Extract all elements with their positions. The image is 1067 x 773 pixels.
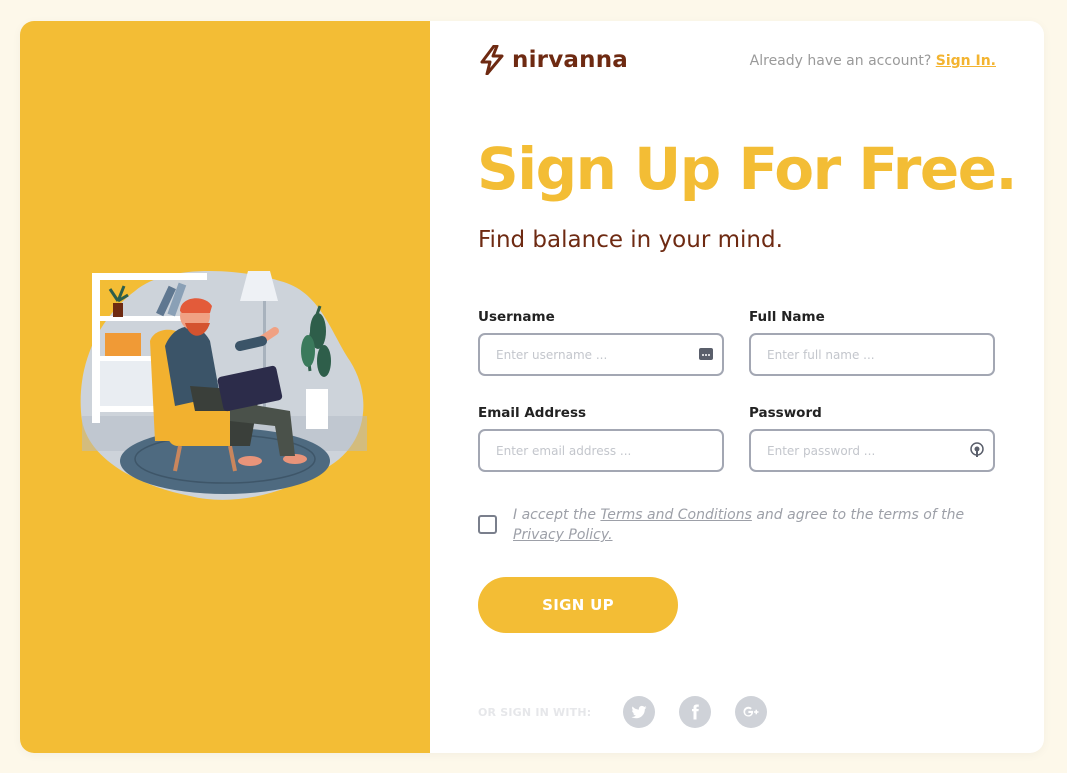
terms-text: I accept the Terms and Conditions and ag… xyxy=(513,505,973,545)
account-prompt: Already have an account? Sign In. xyxy=(750,53,996,69)
facebook-button[interactable] xyxy=(679,696,712,728)
page-title: Sign Up For Free. xyxy=(477,135,1018,203)
sign-in-link[interactable]: Sign In. xyxy=(936,53,996,69)
keyboard-dots-icon xyxy=(699,348,713,360)
full-name-input[interactable] xyxy=(749,333,995,376)
signup-form-panel: nirvanna Already have an account? Sign I… xyxy=(430,21,1044,753)
social-sign-in: OR SIGN IN WITH: xyxy=(478,696,791,728)
twitter-icon xyxy=(631,705,647,719)
full-name-field-group: Full Name xyxy=(749,309,995,376)
email-label: Email Address xyxy=(478,405,587,421)
google-plus-button[interactable] xyxy=(735,696,768,728)
illustration-panel xyxy=(20,21,430,753)
lightning-bolt-icon xyxy=(480,45,504,75)
fingerprint-key-icon[interactable] xyxy=(969,442,985,458)
account-prompt-text: Already have an account? xyxy=(749,53,932,69)
email-input[interactable] xyxy=(478,429,724,472)
google-plus-icon xyxy=(743,706,759,717)
page-subtitle: Find balance in your mind. xyxy=(478,227,783,253)
signup-card: nirvanna Already have an account? Sign I… xyxy=(20,21,1044,753)
terms-link[interactable]: Terms and Conditions xyxy=(600,507,751,523)
password-input[interactable] xyxy=(749,429,995,472)
sign-up-button[interactable]: SIGN UP xyxy=(478,577,678,633)
social-label: OR SIGN IN WITH: xyxy=(478,705,592,719)
twitter-button[interactable] xyxy=(623,696,656,728)
terms-agreement: I accept the Terms and Conditions and ag… xyxy=(478,505,978,545)
brand-logo[interactable]: nirvanna xyxy=(478,45,628,75)
full-name-label: Full Name xyxy=(749,309,825,325)
email-field-group: Email Address xyxy=(478,405,724,472)
facebook-icon xyxy=(692,704,700,720)
terms-prefix: I accept the xyxy=(513,507,596,523)
username-label: Username xyxy=(478,309,555,325)
password-field-group: Password xyxy=(749,405,995,472)
username-input[interactable] xyxy=(478,333,724,376)
privacy-link[interactable]: Privacy Policy. xyxy=(513,527,613,543)
terms-checkbox[interactable] xyxy=(478,515,497,534)
username-field-group: Username xyxy=(478,309,724,376)
person-relaxing-illustration xyxy=(80,271,367,500)
terms-middle: and agree to the terms of the xyxy=(756,507,965,523)
brand-name: nirvanna xyxy=(512,47,628,73)
password-label: Password xyxy=(749,405,822,421)
